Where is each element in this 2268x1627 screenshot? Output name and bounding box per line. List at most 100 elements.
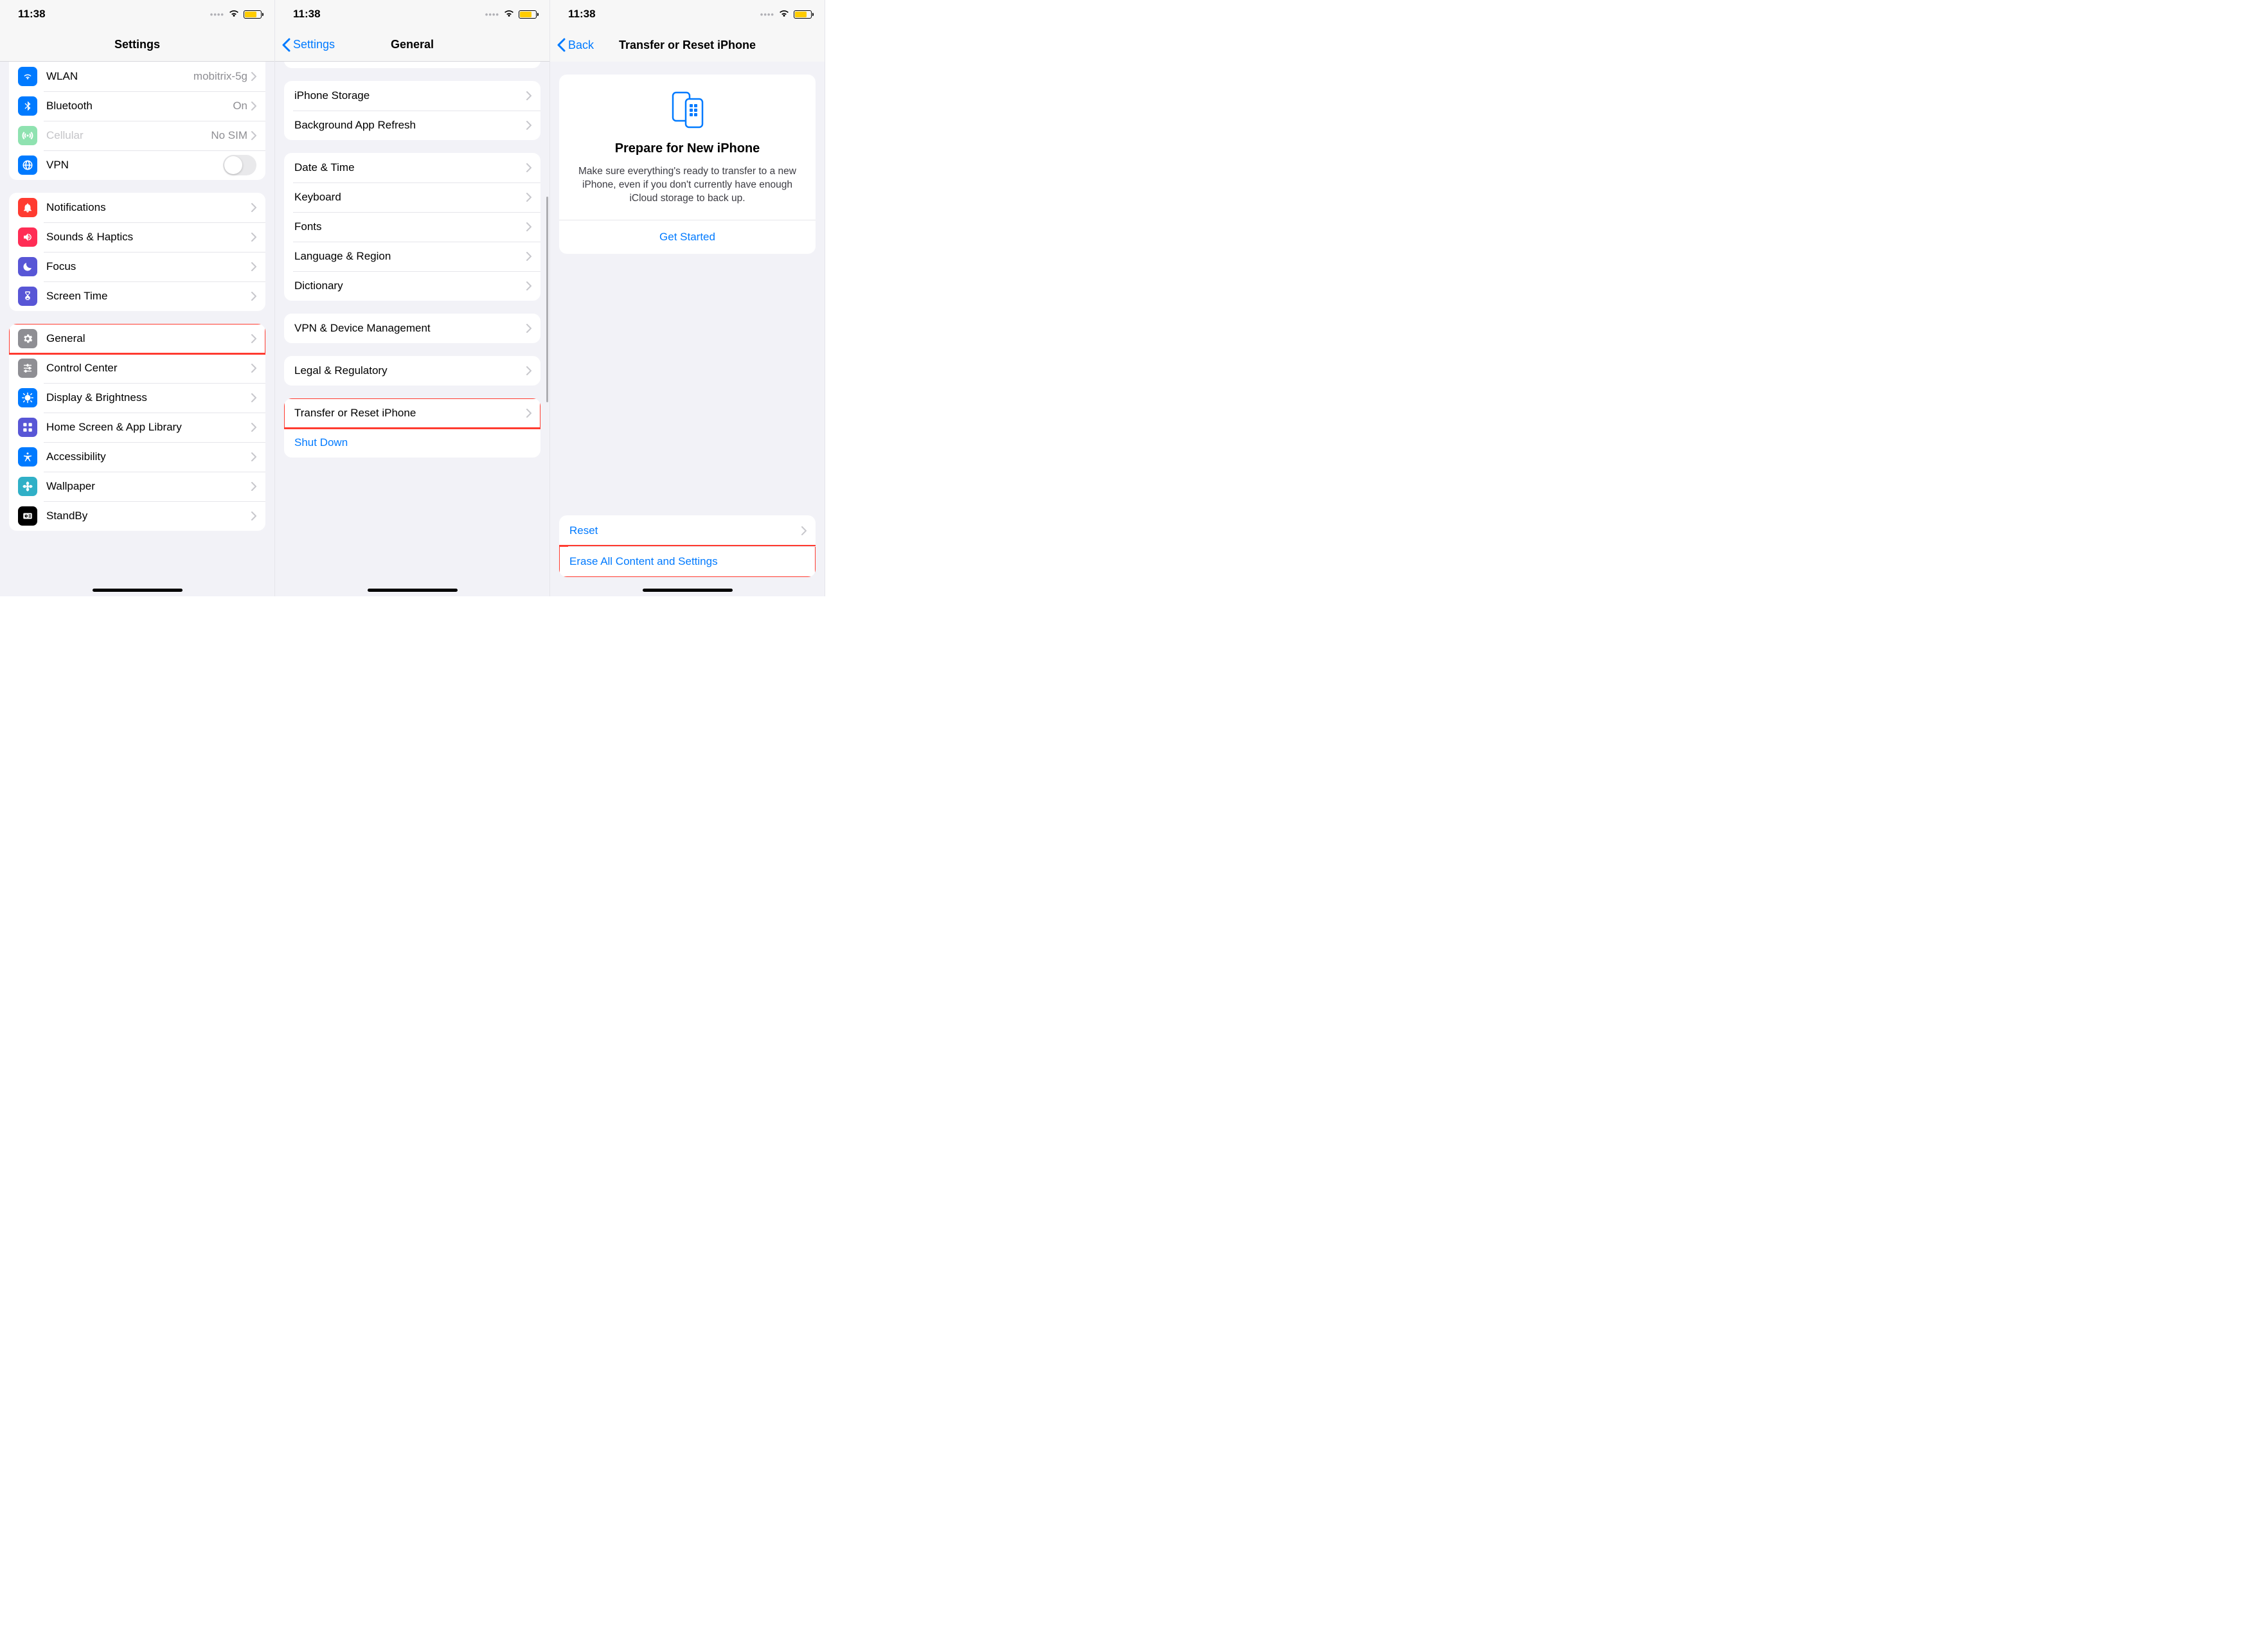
row-label: VPN & Device Management <box>294 322 526 335</box>
row-label: Background App Refresh <box>294 119 526 132</box>
chevron-right-icon <box>251 102 256 111</box>
cellular-dots-icon: •••• <box>485 10 499 19</box>
status-time: 11:38 <box>18 8 46 21</box>
row-label: Erase All Content and Settings <box>569 555 807 568</box>
chevron-right-icon <box>251 262 256 271</box>
row-keyboard[interactable]: Keyboard <box>284 182 540 212</box>
battery-icon <box>244 10 262 19</box>
chevron-right-icon <box>801 526 807 535</box>
row-language[interactable]: Language & Region <box>284 242 540 271</box>
chevron-right-icon <box>526 163 531 172</box>
wifi-icon <box>228 8 240 21</box>
home-indicator[interactable] <box>93 589 183 592</box>
row-shutdown[interactable]: Shut Down <box>284 428 540 458</box>
group-general: General Control Center Display & Brightn… <box>9 324 265 531</box>
row-label: Legal & Regulatory <box>294 364 526 377</box>
row-standby[interactable]: StandBy <box>9 501 265 531</box>
row-label: Cellular <box>46 129 211 142</box>
row-label: Accessibility <box>46 450 251 463</box>
row-focus[interactable]: Focus <box>9 252 265 281</box>
home-indicator[interactable] <box>368 589 458 592</box>
group-reset-options: Reset Erase All Content and Settings <box>559 515 816 577</box>
row-label: Notifications <box>46 201 251 214</box>
row-erase-all[interactable]: Erase All Content and Settings <box>559 546 816 577</box>
row-legal[interactable]: Legal & Regulatory <box>284 356 540 386</box>
row-reset[interactable]: Reset <box>559 515 816 546</box>
row-label: Sounds & Haptics <box>46 231 251 244</box>
group-reset: Transfer or Reset iPhone Shut Down <box>284 398 540 458</box>
back-button[interactable]: Settings <box>281 28 335 61</box>
row-bluetooth[interactable]: Bluetooth On <box>9 91 265 121</box>
page-title: General <box>391 38 434 51</box>
general-screen: 11:38 •••• Settings General NFC iPhone S… <box>275 0 550 596</box>
accessibility-icon <box>18 447 37 467</box>
get-started-button[interactable]: Get Started <box>572 220 803 254</box>
chevron-right-icon <box>251 511 256 520</box>
group-input: Date & Time Keyboard Fonts Language & Re… <box>284 153 540 301</box>
settings-screen: 11:38 •••• Settings WLAN mobitrix-5g <box>0 0 275 596</box>
home-indicator[interactable] <box>643 589 733 592</box>
row-nfc[interactable]: NFC <box>284 62 540 68</box>
row-display[interactable]: Display & Brightness <box>9 383 265 413</box>
row-value: No SIM <box>211 129 247 142</box>
nav-bar: Back Transfer or Reset iPhone <box>550 28 825 62</box>
page-title: Transfer or Reset iPhone <box>619 39 756 52</box>
gear-icon <box>18 329 37 348</box>
brightness-icon <box>18 388 37 407</box>
chevron-right-icon <box>526 324 531 333</box>
transfer-content[interactable]: Prepare for New iPhone Make sure everyth… <box>550 62 825 596</box>
row-homescreen[interactable]: Home Screen & App Library <box>9 413 265 442</box>
row-vpn-mgmt[interactable]: VPN & Device Management <box>284 314 540 343</box>
row-cellular[interactable]: Cellular No SIM <box>9 121 265 150</box>
group-vpn: VPN & Device Management <box>284 314 540 343</box>
cellular-dots-icon: •••• <box>210 10 224 19</box>
row-background-refresh[interactable]: Background App Refresh <box>284 111 540 140</box>
row-fonts[interactable]: Fonts <box>284 212 540 242</box>
nav-bar: Settings General <box>275 28 549 62</box>
row-label: Bluetooth <box>46 100 233 112</box>
battery-icon <box>519 10 537 19</box>
row-label: Shut Down <box>294 436 531 449</box>
row-general[interactable]: General <box>9 324 265 353</box>
two-iphones-icon <box>572 90 803 129</box>
chevron-right-icon <box>526 409 531 418</box>
row-screentime[interactable]: Screen Time <box>9 281 265 311</box>
row-dictionary[interactable]: Dictionary <box>284 271 540 301</box>
chevron-right-icon <box>251 72 256 81</box>
wifi-icon <box>503 8 515 21</box>
row-label: Dictionary <box>294 280 526 292</box>
row-vpn[interactable]: VPN <box>9 150 265 180</box>
group-peek: NFC <box>284 62 540 68</box>
globe-icon <box>18 156 37 175</box>
row-accessibility[interactable]: Accessibility <box>9 442 265 472</box>
settings-content[interactable]: WLAN mobitrix-5g Bluetooth On Cellular N… <box>0 62 274 596</box>
row-storage[interactable]: iPhone Storage <box>284 81 540 111</box>
row-label: Keyboard <box>294 191 526 204</box>
flower-icon <box>18 477 37 496</box>
row-transfer-reset[interactable]: Transfer or Reset iPhone <box>284 398 540 428</box>
chevron-right-icon <box>251 292 256 301</box>
page-title: Settings <box>114 38 160 51</box>
moon-icon <box>18 257 37 276</box>
row-wlan[interactable]: WLAN mobitrix-5g <box>9 62 265 91</box>
back-button[interactable]: Back <box>557 28 594 62</box>
chevron-right-icon <box>251 364 256 373</box>
chevron-right-icon <box>526 222 531 231</box>
chevron-right-icon <box>251 393 256 402</box>
row-sounds[interactable]: Sounds & Haptics <box>9 222 265 252</box>
scrollbar[interactable] <box>546 197 548 402</box>
general-content[interactable]: NFC iPhone Storage Background App Refres… <box>275 62 549 596</box>
chevron-right-icon <box>251 334 256 343</box>
row-wallpaper[interactable]: Wallpaper <box>9 472 265 501</box>
transfer-reset-screen: 11:38 •••• Back Transfer or Reset iPhone <box>550 0 825 596</box>
card-description: Make sure everything's ready to transfer… <box>572 165 803 206</box>
group-storage: iPhone Storage Background App Refresh <box>284 81 540 140</box>
row-label: Reset <box>569 524 801 537</box>
vpn-toggle[interactable] <box>223 155 256 175</box>
row-controlcenter[interactable]: Control Center <box>9 353 265 383</box>
row-datetime[interactable]: Date & Time <box>284 153 540 182</box>
row-label: VPN <box>46 159 223 172</box>
chevron-right-icon <box>526 252 531 261</box>
chevron-right-icon <box>251 482 256 491</box>
row-notifications[interactable]: Notifications <box>9 193 265 222</box>
